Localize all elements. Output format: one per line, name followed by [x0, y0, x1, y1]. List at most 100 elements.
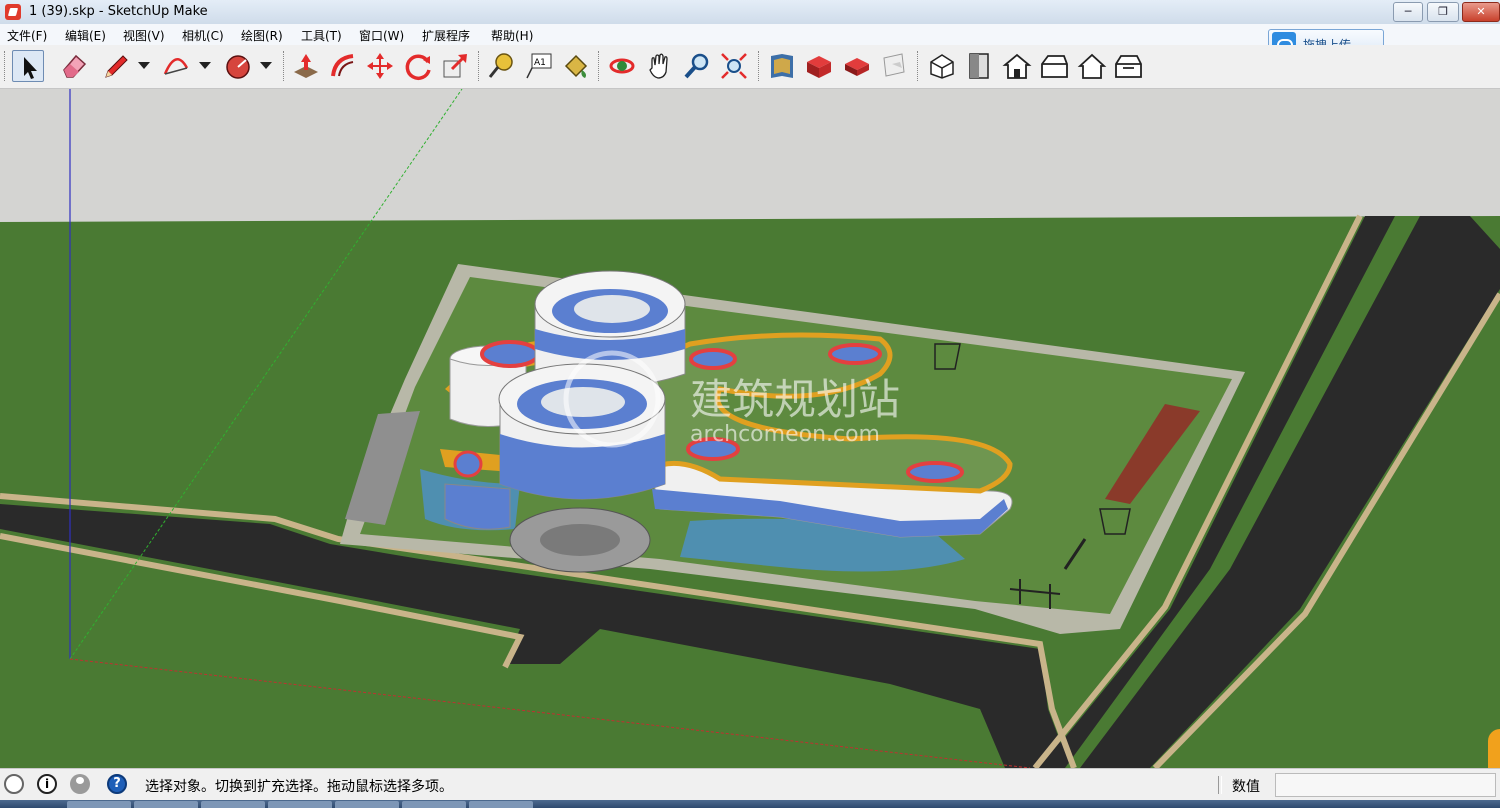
paint-bucket-icon [564, 54, 588, 78]
toolbar-grip[interactable] [917, 51, 921, 81]
arc-tool-button[interactable] [160, 50, 192, 82]
roof-skylight [828, 343, 882, 365]
pan-tool-button[interactable] [644, 50, 676, 82]
iso-view-icon [930, 54, 954, 79]
help-icon[interactable]: ? [107, 774, 127, 794]
tape-measure-icon [488, 53, 513, 78]
zoom-extents-tool-button[interactable] [718, 50, 750, 82]
components-button[interactable] [841, 50, 873, 82]
iso-view-button[interactable] [926, 50, 958, 82]
geo-location-icon[interactable] [4, 774, 24, 794]
eraser-icon [63, 54, 87, 78]
menu-help[interactable]: 帮助(H) [491, 27, 533, 44]
sketchup-app-icon[interactable] [5, 4, 21, 20]
orbit-icon [609, 58, 635, 74]
warehouse-button[interactable] [766, 50, 798, 82]
move-tool-button[interactable] [364, 50, 396, 82]
line-tool-button[interactable] [100, 50, 132, 82]
menu-window[interactable]: 窗口(W) [359, 27, 404, 44]
measurements-label: 数值 [1232, 779, 1260, 795]
magnifier-icon [684, 53, 709, 79]
tape-measure-tool-button[interactable] [486, 50, 518, 82]
zoom-tool-button[interactable] [681, 50, 713, 82]
text-tool-button[interactable]: A1 [523, 50, 555, 82]
paint-bucket-tool-button[interactable] [560, 50, 592, 82]
line-dropdown-arrow[interactable] [138, 62, 150, 69]
watermark-sub-text: archcomeon.com [690, 422, 880, 447]
top-view-icon [969, 53, 989, 79]
menu-camera[interactable]: 相机(C) [182, 27, 224, 44]
taskbar-button[interactable] [402, 801, 466, 808]
status-text: 选择对象。切换到扩充选择。拖动鼠标选择多项。 [145, 779, 453, 795]
restore-button[interactable]: ❐ [1427, 2, 1459, 22]
shape-tool-button[interactable] [222, 50, 254, 82]
right-view-button[interactable] [1038, 50, 1070, 82]
taskbar-button[interactable] [469, 801, 533, 808]
menu-extensions[interactable]: 扩展程序 [422, 27, 470, 44]
menu-view[interactable]: 视图(V) [123, 27, 165, 44]
arc-icon [163, 58, 189, 75]
toolbar-grip[interactable] [4, 51, 8, 81]
toolbar-grip[interactable] [598, 51, 602, 81]
move-icon [367, 53, 393, 79]
menu-file[interactable]: 文件(F) [7, 27, 47, 44]
taskbar-button[interactable] [134, 801, 198, 808]
arc-dropdown-arrow[interactable] [199, 62, 211, 69]
lower-glass-volume [444, 483, 511, 530]
components-icon [845, 58, 869, 76]
follow-me-icon [331, 54, 354, 77]
roof-skylight [906, 461, 964, 483]
menu-tools[interactable]: 工具(T) [301, 27, 342, 44]
back-view-button[interactable] [1076, 50, 1108, 82]
title-bar: 1 (39).skp - SketchUp Make ─ ❐ ✕ [0, 0, 1500, 25]
toolbar-grip[interactable] [758, 51, 762, 81]
measurements-input[interactable] [1275, 773, 1496, 797]
window-title: 1 (39).skp - SketchUp Make [29, 4, 208, 19]
pencil-icon [105, 55, 128, 78]
rotate-icon [405, 54, 431, 80]
status-bar: i ? 选择对象。切换到扩充选择。拖动鼠标选择多项。 数值 [0, 768, 1500, 801]
share-model-icon [807, 56, 831, 78]
close-button[interactable]: ✕ [1462, 2, 1500, 22]
scale-tool-button[interactable] [439, 50, 471, 82]
taskbar-button[interactable] [201, 801, 265, 808]
orbit-tool-button[interactable] [606, 50, 638, 82]
push-pull-icon [294, 54, 318, 78]
info-icon[interactable]: i [37, 774, 57, 794]
rear-cylinder-center [574, 295, 650, 323]
side-panel-handle[interactable] [1488, 729, 1500, 768]
right-view-icon [1041, 55, 1068, 78]
toolbar-grip[interactable] [283, 51, 287, 81]
model-viewport[interactable]: 建筑规划站 archcomeon.com [0, 89, 1500, 768]
front-cylinder-center [541, 387, 625, 417]
top-view-button[interactable] [964, 50, 996, 82]
menu-draw[interactable]: 绘图(R) [241, 27, 283, 44]
follow-me-tool-button[interactable] [327, 50, 359, 82]
left-view-button[interactable] [1113, 50, 1145, 82]
toolbar: A1 [0, 45, 1500, 89]
front-view-button[interactable] [1001, 50, 1033, 82]
push-pull-tool-button[interactable] [290, 50, 322, 82]
layout-icon [883, 53, 905, 77]
entrance-plaza [540, 524, 620, 556]
warehouse-icon [771, 54, 793, 78]
eraser-tool-button[interactable] [58, 50, 90, 82]
layout-button[interactable] [878, 50, 910, 82]
taskbar-button[interactable] [335, 801, 399, 808]
select-tool-button[interactable] [12, 50, 44, 82]
user-icon[interactable] [70, 774, 90, 794]
toolbar-grip[interactable] [478, 51, 482, 81]
shape-dropdown-arrow[interactable] [260, 62, 272, 69]
back-view-icon [1077, 53, 1107, 79]
sky [0, 89, 1500, 229]
minimize-button[interactable]: ─ [1393, 2, 1423, 22]
round-window [453, 450, 483, 478]
menu-edit[interactable]: 编辑(E) [65, 27, 106, 44]
taskbar-button[interactable] [268, 801, 332, 808]
share-model-button[interactable] [803, 50, 835, 82]
svg-text:A1: A1 [534, 58, 546, 68]
taskbar-button[interactable] [67, 801, 131, 808]
rotate-tool-button[interactable] [402, 50, 434, 82]
scale-icon [443, 54, 467, 78]
front-view-icon [1002, 53, 1032, 79]
